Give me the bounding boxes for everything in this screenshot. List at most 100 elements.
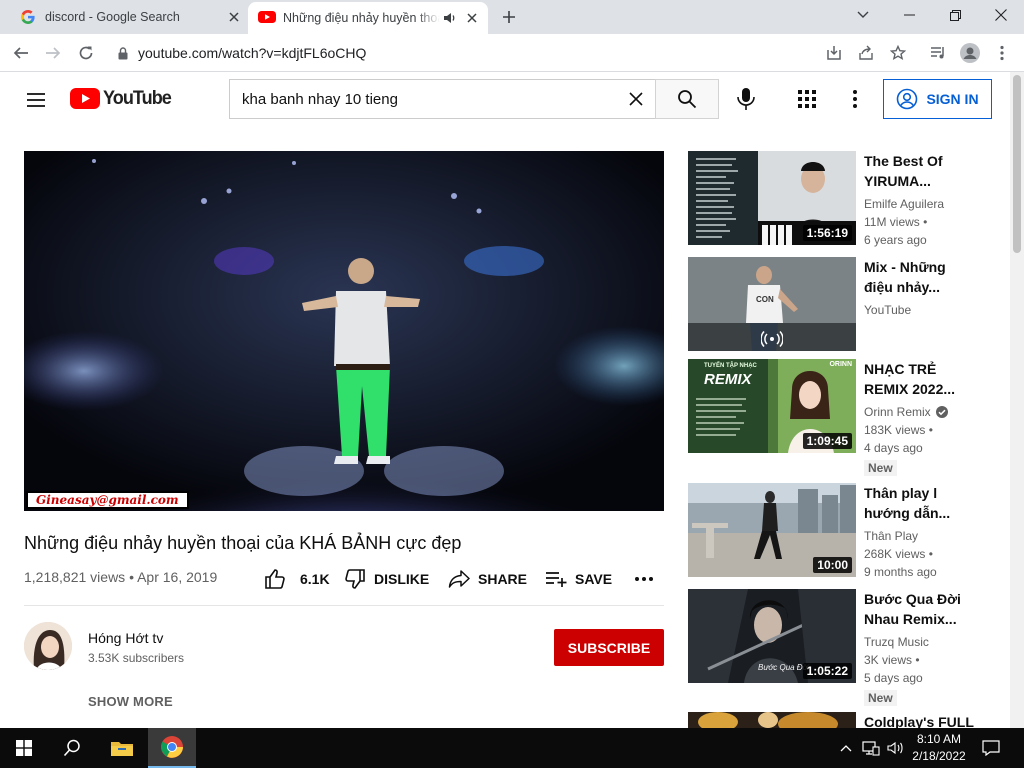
apps-grid-icon[interactable] [797, 89, 817, 109]
search-input[interactable]: kha banh nhay 10 tieng [229, 79, 656, 119]
notifications-icon[interactable] [976, 728, 1006, 768]
tab-youtube-video[interactable]: Những điệu nhảy huyền thoại [248, 2, 488, 34]
video-thumbnail[interactable]: TUYỂN TẬP NHẠC REMIX ORINN 1:09:45 [688, 359, 856, 453]
video-title: Những điệu nhảy huyền thoại của KHÁ BẢNH… [24, 533, 462, 553]
minimize-icon[interactable] [886, 0, 932, 30]
recommendation-info[interactable]: NHẠC TRẺ REMIX 2022... Orinn Remix 183K … [864, 359, 980, 477]
scrollbar-thumb[interactable] [1013, 75, 1021, 253]
google-icon [20, 9, 36, 25]
recommendation-views: 11M views • [864, 215, 928, 229]
close-window-icon[interactable] [978, 0, 1024, 30]
title-line: điệu nhảy... [864, 279, 940, 295]
install-app-icon[interactable] [821, 40, 847, 66]
recommendation-title[interactable]: Bước Qua Đời Nhau Remix... [864, 589, 980, 629]
video-player[interactable]: Gineasay@gmail.com [24, 151, 664, 511]
like-button[interactable]: 6.1K [264, 568, 330, 590]
recommendation-item[interactable]: 10:00 Thân play l hướng dẫn... Thân Play… [688, 483, 988, 579]
address-bar[interactable]: youtube.com/watch?v=kdjtFL6oCHQ [106, 38, 924, 68]
page-scrollbar[interactable] [1010, 72, 1024, 728]
channel-name[interactable]: Hóng Hớt tv [88, 630, 163, 646]
clock-date: 2/18/2022 [912, 749, 966, 763]
windows-start-icon[interactable] [0, 728, 48, 768]
search-button[interactable] [655, 79, 719, 119]
recommendation-channel[interactable]: Orinn Remix [864, 403, 931, 421]
chrome-taskbar-icon[interactable] [148, 728, 196, 768]
sign-in-label: SIGN IN [926, 91, 979, 107]
title-line: Nhau Remix... [864, 611, 957, 627]
show-more-button[interactable]: SHOW MORE [88, 694, 173, 709]
recommendation-channel[interactable]: Emilfe Aguilera [864, 195, 980, 213]
recommendation-title[interactable]: NHẠC TRẺ REMIX 2022... [864, 359, 980, 399]
volume-icon[interactable] [884, 728, 908, 768]
url-text: youtube.com/watch?v=kdjtFL6oCHQ [138, 45, 367, 61]
dislike-button[interactable]: DISLIKE [344, 568, 429, 590]
recommendation-channel[interactable]: Thân Play [864, 527, 980, 545]
reload-icon[interactable] [73, 40, 99, 66]
recommendation-title[interactable]: Coldplay's FULL [864, 712, 980, 728]
video-thumbnail[interactable]: CON [688, 257, 856, 351]
profile-avatar-icon[interactable] [957, 40, 983, 66]
title-line: REMIX 2022... [864, 381, 956, 397]
clear-search-icon[interactable] [624, 87, 648, 111]
recommendation-info[interactable]: The Best Of YIRUMA... Emilfe Aguilera 11… [864, 151, 980, 249]
chrome-menu-icon[interactable] [989, 40, 1015, 66]
taskbar-clock[interactable]: 8:10 AM 2/18/2022 [908, 731, 970, 765]
subscribe-button[interactable]: SUBSCRIBE [554, 629, 664, 666]
clock-time: 8:10 AM [916, 732, 962, 746]
recommendation-channel[interactable]: Truzq Music [864, 633, 980, 651]
thumbs-down-icon [345, 569, 365, 589]
channel-avatar[interactable] [24, 622, 72, 670]
recommendation-item[interactable]: 1:56:19 The Best Of YIRUMA... Emilfe Agu… [688, 151, 988, 247]
recommendation-title[interactable]: Mix - Những điệu nhảy... [864, 257, 980, 297]
tab-search-icon[interactable] [840, 0, 886, 30]
recommendation-info[interactable]: Coldplay's FULL [864, 712, 980, 728]
tray-chevron-up-icon[interactable] [834, 728, 858, 768]
recommendation-info[interactable]: Bước Qua Đời Nhau Remix... Truzq Music 3… [864, 589, 980, 707]
sign-in-button[interactable]: SIGN IN [883, 79, 992, 119]
settings-more-icon[interactable] [846, 88, 864, 110]
new-tab-button[interactable] [498, 6, 520, 28]
recommendation-views: 268K views • [864, 547, 933, 561]
recommendation-title[interactable]: Thân play l hướng dẫn... [864, 483, 980, 523]
close-tab-icon[interactable] [224, 7, 244, 27]
tab-google-search[interactable]: discord - Google Search [2, 0, 246, 34]
menu-icon[interactable] [24, 88, 48, 112]
share-button[interactable]: SHARE [448, 568, 527, 590]
search-icon [678, 90, 697, 109]
video-thumbnail[interactable]: Bước Qua Đời 1:05:22 [688, 589, 856, 683]
recommendation-item[interactable]: Bước Qua Đời 1:05:22 Bước Qua Đời Nhau R… [688, 589, 988, 706]
forward-icon[interactable] [40, 40, 66, 66]
recommendation-info[interactable]: Mix - Những điệu nhảy... YouTube [864, 257, 980, 319]
recommendation-age: 9 months ago [864, 565, 937, 579]
playlist-add-icon [546, 572, 567, 587]
back-icon[interactable] [8, 40, 34, 66]
recommendation-item[interactable]: Coldplay's FULL [688, 712, 988, 728]
recommendation-item[interactable]: TUYỂN TẬP NHẠC REMIX ORINN 1:09:45 NHẠC … [688, 359, 988, 476]
restore-icon[interactable] [932, 0, 978, 30]
video-thumbnail[interactable]: 1:56:19 [688, 151, 856, 245]
recommendation-title[interactable]: The Best Of YIRUMA... [864, 151, 980, 191]
recommendation-channel[interactable]: YouTube [864, 301, 980, 319]
recommendation-channel-row[interactable]: Orinn Remix [864, 403, 980, 421]
search-query[interactable]: kha banh nhay 10 tieng [242, 91, 624, 108]
network-icon[interactable] [858, 728, 884, 768]
voice-search-icon[interactable] [734, 86, 758, 112]
dislike-label: DISLIKE [374, 571, 430, 587]
mix-radio-icon [761, 331, 783, 347]
recommendation-info[interactable]: Thân play l hướng dẫn... Thân Play 268K … [864, 483, 980, 581]
save-button[interactable]: SAVE [545, 568, 612, 590]
video-thumbnail[interactable]: 10:00 [688, 483, 856, 577]
like-count: 6.1K [300, 571, 330, 587]
video-duration: 1:05:22 [802, 663, 852, 679]
more-actions-icon[interactable] [634, 568, 654, 590]
share-page-icon[interactable] [853, 40, 879, 66]
bookmark-star-icon[interactable] [885, 40, 911, 66]
recommendation-item[interactable]: CON Mix - Những điệu nhảy... YouTube [688, 257, 988, 351]
speaker-icon[interactable] [440, 8, 460, 28]
youtube-logo[interactable]: YouTube [70, 88, 174, 110]
file-explorer-icon[interactable] [98, 728, 146, 768]
video-thumbnail[interactable] [688, 712, 856, 728]
close-tab-icon[interactable] [462, 8, 482, 28]
taskbar-search-icon[interactable] [48, 728, 96, 768]
media-control-icon[interactable] [925, 40, 951, 66]
